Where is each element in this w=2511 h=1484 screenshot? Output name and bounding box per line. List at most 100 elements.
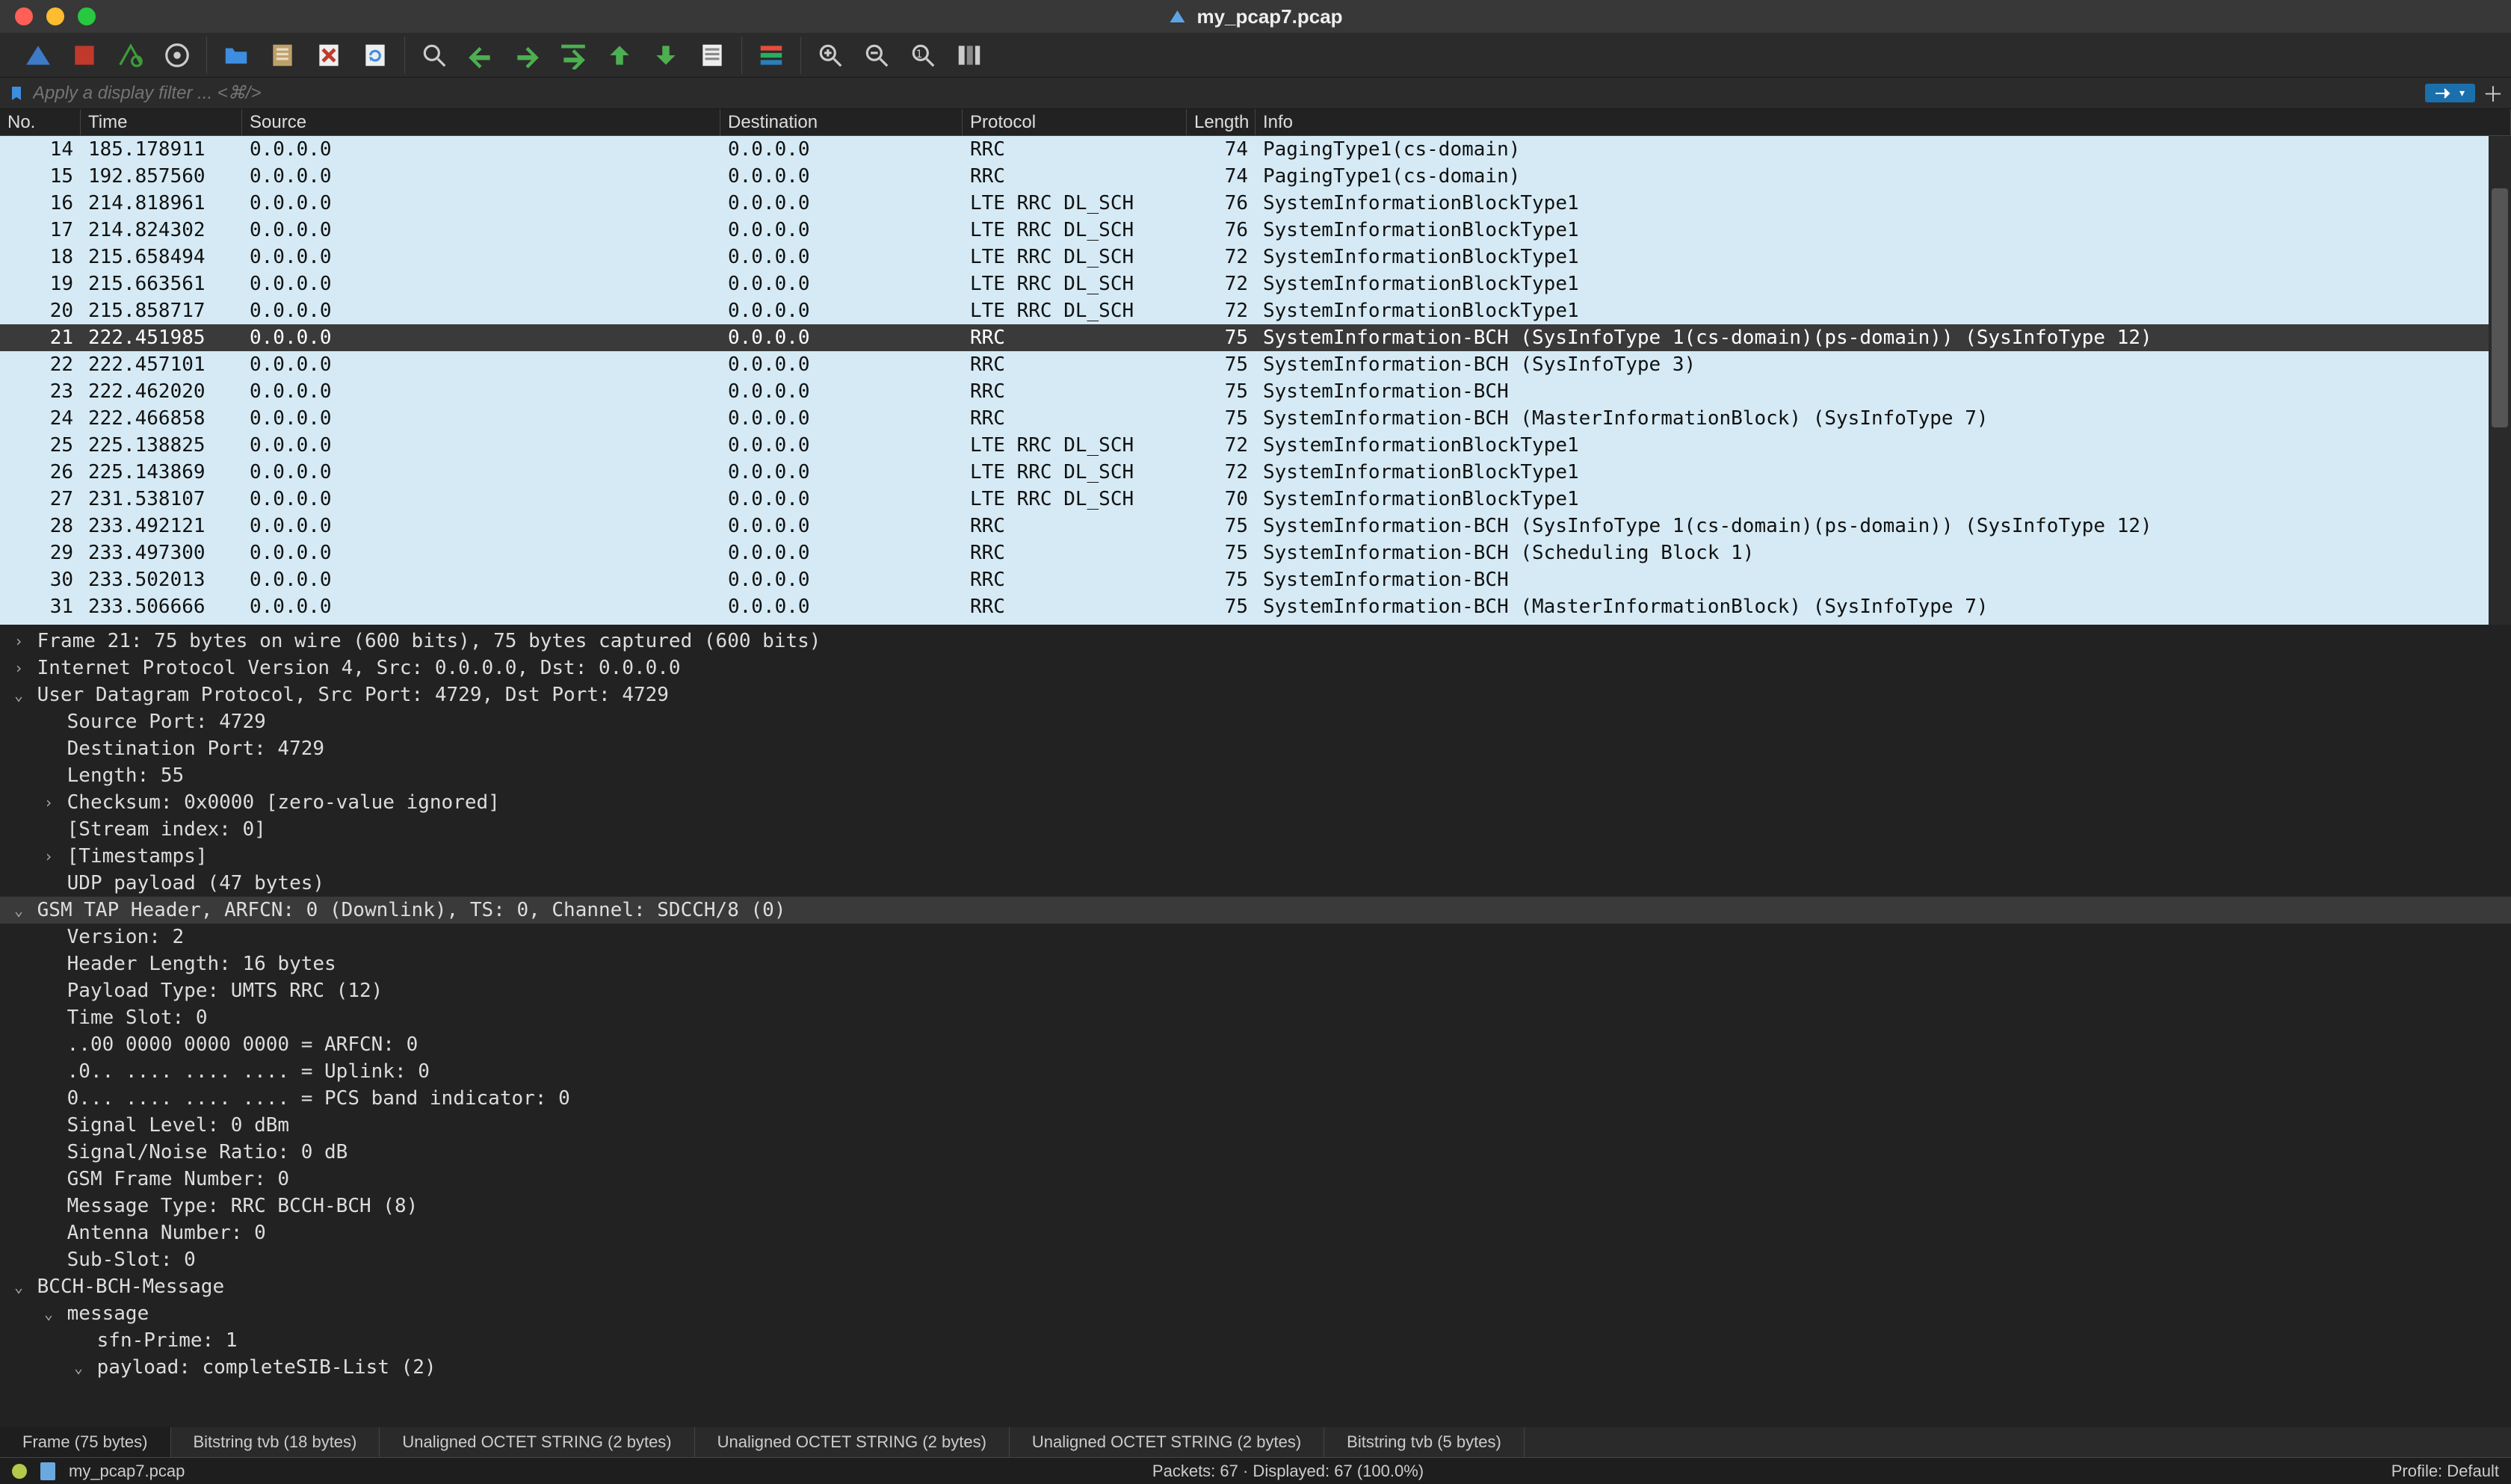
display-filter-input[interactable] [33,83,2419,104]
detail-line[interactable]: sfn-Prime: 1 [0,1327,2511,1354]
minimize-window-button[interactable] [46,7,64,25]
status-bar: my_pcap7.pcap Packets: 67 · Displayed: 6… [0,1457,2511,1484]
zoom-out-button[interactable] [861,40,892,71]
auto-scroll-button[interactable] [697,40,728,71]
capture-file-icon[interactable] [40,1462,55,1480]
packet-row[interactable]: 31233.5066660.0.0.00.0.0.0RRC75SystemInf… [0,593,2511,620]
colorize-button[interactable] [756,40,787,71]
detail-line[interactable]: Signal/Noise Ratio: 0 dB [0,1139,2511,1166]
detail-line[interactable]: Source Port: 4729 [0,708,2511,735]
packet-details[interactable]: › Frame 21: 75 bytes on wire (600 bits),… [0,625,2511,1427]
stop-capture-button[interactable] [69,40,100,71]
detail-line[interactable]: Sub-Slot: 0 [0,1246,2511,1273]
close-file-button[interactable] [313,40,345,71]
filter-bar: ▾ ＋ [0,78,2511,109]
close-window-button[interactable] [15,7,33,25]
go-forward-button[interactable] [511,40,543,71]
toolbar: 1 [0,33,2511,78]
detail-line[interactable]: Header Length: 16 bytes [0,950,2511,977]
detail-line[interactable]: 0... .... .... .... = PCS band indicator… [0,1085,2511,1112]
start-capture-button[interactable] [22,40,54,71]
detail-line[interactable]: Length: 55 [0,762,2511,789]
packet-row[interactable]: 23222.4620200.0.0.00.0.0.0RRC75SystemInf… [0,378,2511,405]
detail-line[interactable]: › Internet Protocol Version 4, Src: 0.0.… [0,655,2511,681]
packet-row[interactable]: 21222.4519850.0.0.00.0.0.0RRC75SystemInf… [0,324,2511,351]
detail-line[interactable]: ⌄ payload: completeSIB-List (2) [0,1354,2511,1381]
detail-line[interactable]: Version: 2 [0,924,2511,950]
byte-view-tab[interactable]: Frame (75 bytes) [0,1427,171,1457]
go-last-packet-button[interactable] [650,40,682,71]
column-header-protocol[interactable]: Protocol [963,109,1187,135]
packet-row[interactable]: 29233.4973000.0.0.00.0.0.0RRC75SystemInf… [0,540,2511,566]
packet-row[interactable]: 25225.1388250.0.0.00.0.0.0LTE RRC DL_SCH… [0,432,2511,459]
detail-line[interactable]: ..00 0000 0000 0000 = ARFCN: 0 [0,1031,2511,1058]
filter-bookmark-icon[interactable] [6,83,27,104]
titlebar: my_pcap7.pcap [0,0,2511,33]
packet-row[interactable]: 20215.8587170.0.0.00.0.0.0LTE RRC DL_SCH… [0,297,2511,324]
detail-line[interactable]: Message Type: RRC BCCH-BCH (8) [0,1193,2511,1219]
byte-view-tab[interactable]: Unaligned OCTET STRING (2 bytes) [380,1427,694,1457]
restart-capture-button[interactable] [115,40,146,71]
packet-list[interactable]: 14185.1789110.0.0.00.0.0.0RRC74PagingTyp… [0,136,2511,625]
open-file-button[interactable] [220,40,252,71]
detail-line[interactable]: ⌄ GSM TAP Header, ARFCN: 0 (Downlink), T… [0,897,2511,924]
byte-view-tab[interactable]: Unaligned OCTET STRING (2 bytes) [695,1427,1010,1457]
packet-row[interactable]: 19215.6635610.0.0.00.0.0.0LTE RRC DL_SCH… [0,270,2511,297]
go-to-packet-button[interactable] [558,40,589,71]
column-header-time[interactable]: Time [81,109,242,135]
go-back-button[interactable] [465,40,496,71]
column-header-info[interactable]: Info [1256,109,2511,135]
column-header-length[interactable]: Length [1187,109,1256,135]
packet-row[interactable]: 26225.1438690.0.0.00.0.0.0LTE RRC DL_SCH… [0,459,2511,486]
capture-options-button[interactable] [161,40,193,71]
filter-expression-button[interactable]: ▾ [2425,84,2475,102]
detail-line[interactable]: Payload Type: UMTS RRC (12) [0,977,2511,1004]
reload-file-button[interactable] [359,40,391,71]
maximize-window-button[interactable] [78,7,96,25]
go-first-packet-button[interactable] [604,40,635,71]
detail-line[interactable]: › Checksum: 0x0000 [zero-value ignored] [0,789,2511,816]
detail-line[interactable]: [Stream index: 0] [0,816,2511,843]
column-header-destination[interactable]: Destination [720,109,963,135]
byte-view-tab[interactable]: Unaligned OCTET STRING (2 bytes) [1010,1427,1324,1457]
detail-line[interactable]: Time Slot: 0 [0,1004,2511,1031]
packet-row[interactable]: 22222.4571010.0.0.00.0.0.0RRC75SystemInf… [0,351,2511,378]
detail-line[interactable]: ⌄ User Datagram Protocol, Src Port: 4729… [0,681,2511,708]
detail-line[interactable]: Antenna Number: 0 [0,1219,2511,1246]
zoom-in-button[interactable] [815,40,846,71]
detail-line[interactable]: .0.. .... .... .... = Uplink: 0 [0,1058,2511,1085]
detail-line[interactable]: Destination Port: 4729 [0,735,2511,762]
packet-list-header: No. Time Source Destination Protocol Len… [0,109,2511,136]
column-header-no[interactable]: No. [0,109,81,135]
column-header-source[interactable]: Source [242,109,720,135]
svg-text:1: 1 [916,49,923,61]
packet-row[interactable]: 18215.6584940.0.0.00.0.0.0LTE RRC DL_SCH… [0,244,2511,270]
find-packet-button[interactable] [418,40,450,71]
packet-row[interactable]: 15192.8575600.0.0.00.0.0.0RRC74PagingTyp… [0,163,2511,190]
detail-line[interactable]: UDP payload (47 bytes) [0,870,2511,897]
detail-line[interactable]: › [Timestamps] [0,843,2511,870]
detail-line[interactable]: GSM Frame Number: 0 [0,1166,2511,1193]
byte-view-tab[interactable]: Bitstring tvb (5 bytes) [1324,1427,1525,1457]
resize-columns-button[interactable] [954,40,985,71]
packet-row[interactable]: 30233.5020130.0.0.00.0.0.0RRC75SystemInf… [0,566,2511,593]
detail-line[interactable]: › Frame 21: 75 bytes on wire (600 bits),… [0,628,2511,655]
zoom-reset-button[interactable]: 1 [907,40,939,71]
packet-list-scrollbar[interactable] [2489,136,2511,625]
packet-row[interactable]: 17214.8243020.0.0.00.0.0.0LTE RRC DL_SCH… [0,217,2511,244]
packet-row[interactable]: 27231.5381070.0.0.00.0.0.0LTE RRC DL_SCH… [0,486,2511,513]
status-file: my_pcap7.pcap [69,1462,185,1481]
status-profile[interactable]: Profile: Default [2391,1462,2499,1481]
byte-view-tab[interactable]: Bitstring tvb (18 bytes) [171,1427,380,1457]
packet-row[interactable]: 14185.1789110.0.0.00.0.0.0RRC74PagingTyp… [0,136,2511,163]
detail-line[interactable]: ⌄ BCCH-BCH-Message [0,1273,2511,1300]
filter-add-button[interactable]: ＋ [2481,81,2505,105]
expert-info-icon[interactable] [12,1464,27,1479]
packet-row[interactable]: 24222.4668580.0.0.00.0.0.0RRC75SystemInf… [0,405,2511,432]
packet-row[interactable]: 16214.8189610.0.0.00.0.0.0LTE RRC DL_SCH… [0,190,2511,217]
detail-line[interactable]: ⌄ message [0,1300,2511,1327]
packet-row[interactable]: 28233.4921210.0.0.00.0.0.0RRC75SystemInf… [0,513,2511,540]
save-file-button[interactable] [267,40,298,71]
status-packets: Packets: 67 · Displayed: 67 (100.0%) [1152,1462,1424,1481]
detail-line[interactable]: Signal Level: 0 dBm [0,1112,2511,1139]
